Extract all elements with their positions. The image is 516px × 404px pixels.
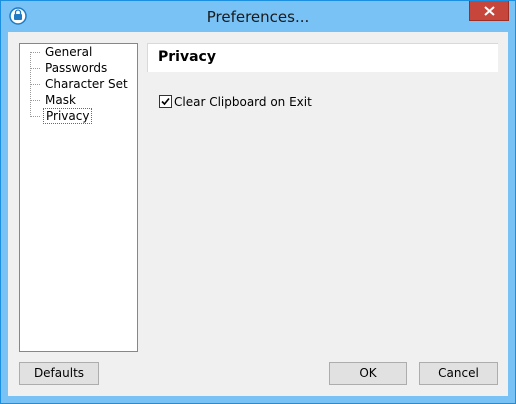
- tree-item-label: Mask: [45, 93, 76, 107]
- tree-branch: [30, 68, 40, 69]
- tree-branch: [30, 116, 40, 117]
- title-bar[interactable]: Preferences...: [1, 1, 515, 32]
- checkmark-icon: [161, 97, 170, 106]
- close-icon: [484, 6, 495, 16]
- cancel-button[interactable]: Cancel: [419, 362, 498, 385]
- ok-button[interactable]: OK: [329, 362, 407, 385]
- defaults-button[interactable]: Defaults: [19, 362, 99, 385]
- panel-header: Privacy: [147, 43, 498, 72]
- dialog-client-area: General Passwords Character Set Mask Pri…: [8, 32, 508, 396]
- tree-item-label: Privacy: [43, 108, 93, 124]
- tree-item-label: Passwords: [45, 61, 108, 75]
- window-title: Preferences...: [206, 8, 310, 26]
- tree-item-label: Character Set: [45, 77, 128, 91]
- tree-branch: [30, 100, 40, 101]
- tree-item-label: General: [45, 45, 93, 59]
- tree-branch: [30, 84, 40, 85]
- preferences-category-tree[interactable]: General Passwords Character Set Mask Pri…: [19, 43, 138, 352]
- clear-clipboard-label: Clear Clipboard on Exit: [174, 95, 312, 109]
- tree-branch: [30, 52, 40, 53]
- panel-title: Privacy: [158, 49, 216, 65]
- close-button[interactable]: [469, 1, 509, 21]
- preferences-window: Preferences... General Passwords Charact…: [0, 0, 516, 404]
- clear-clipboard-checkbox[interactable]: [159, 95, 172, 108]
